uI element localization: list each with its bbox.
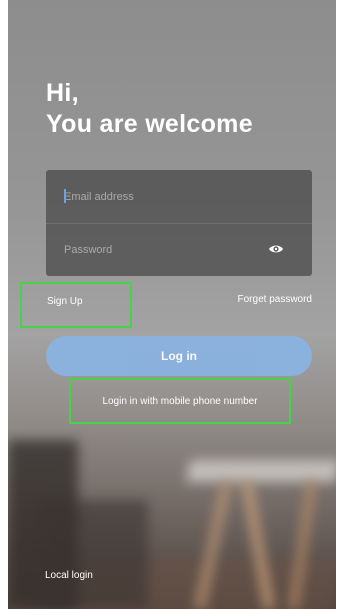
login-button-label: Log in — [161, 349, 197, 363]
password-input[interactable] — [64, 243, 264, 256]
local-login-link[interactable]: Local login — [45, 570, 93, 581]
welcome-heading: Hi, You are welcome — [46, 78, 253, 140]
sign-up-label: Sign Up — [47, 295, 83, 307]
greeting-line-2: You are welcome — [46, 110, 253, 138]
text-caret — [64, 189, 66, 203]
login-form — [46, 170, 312, 276]
email-input[interactable] — [64, 190, 264, 203]
password-field-row — [46, 223, 312, 276]
login-button[interactable]: Log in — [46, 336, 312, 376]
mobile-login-label: Login in with mobile phone number — [102, 395, 258, 407]
background-furniture-mid — [38, 500, 148, 609]
email-field-row — [46, 170, 312, 224]
background-table-top — [186, 460, 336, 482]
login-screen: Hi, You are welcome Sign Up Forget passw… — [0, 0, 344, 609]
forget-password-link[interactable]: Forget password — [238, 294, 312, 305]
greeting-line-1: Hi, — [46, 79, 79, 107]
mobile-login-link[interactable]: Login in with mobile phone number — [69, 378, 291, 424]
sign-up-link[interactable]: Sign Up — [20, 282, 132, 328]
eye-icon[interactable] — [268, 242, 284, 256]
